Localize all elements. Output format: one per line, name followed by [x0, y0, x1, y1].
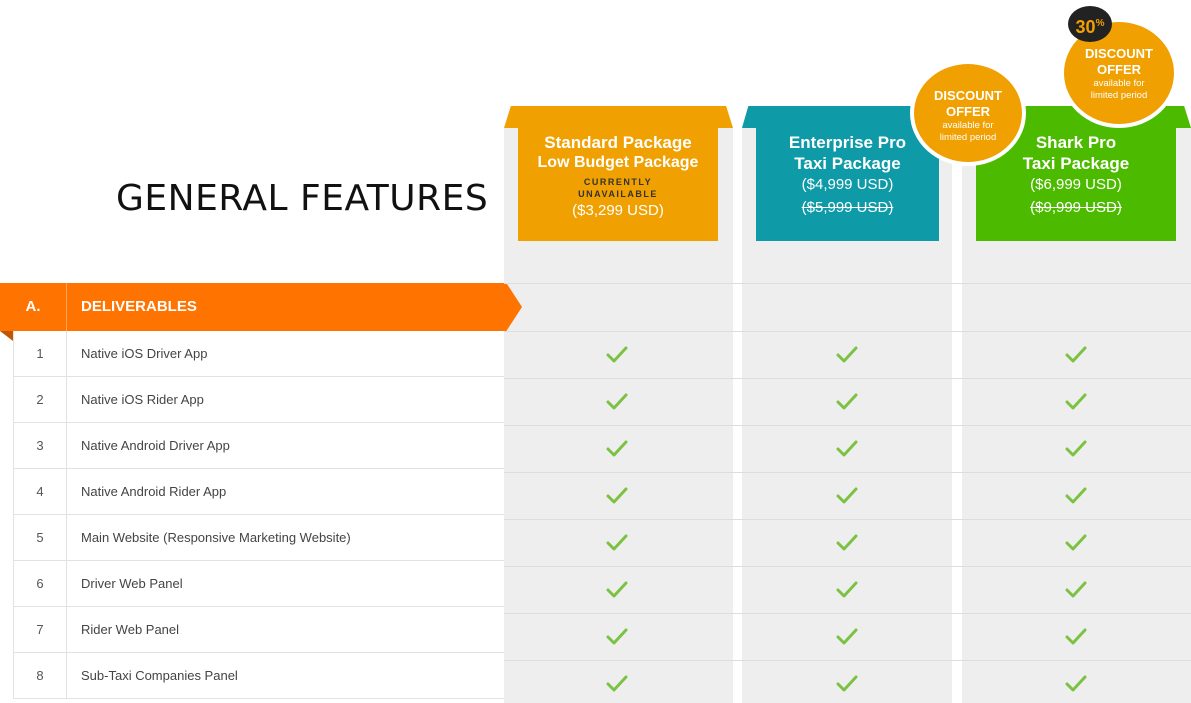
- standard-package-card[interactable]: Standard Package Low Budget Package CURR…: [518, 128, 718, 241]
- check-icon: [606, 439, 628, 459]
- row-separator: [504, 378, 1191, 379]
- feature-number: 1: [14, 331, 67, 377]
- feature-row: 2 Native iOS Rider App: [13, 377, 504, 423]
- check-icon: [836, 533, 858, 553]
- feature-row: 3 Native Android Driver App: [13, 423, 504, 469]
- package-subname: Taxi Package: [794, 154, 901, 173]
- discount-percent-badge: 30%: [1068, 6, 1112, 42]
- feature-number: 4: [14, 469, 67, 515]
- feature-label: Native Android Driver App: [81, 438, 230, 453]
- package-name: Standard Package: [544, 133, 692, 152]
- row-separator: [504, 613, 1191, 614]
- feature-label: Rider Web Panel: [81, 622, 180, 637]
- feature-list: 1 Native iOS Driver App 2 Native iOS Rider …: [13, 331, 504, 699]
- package-old-price: ($9,999 USD): [1030, 199, 1122, 216]
- row-separator: [504, 472, 1191, 473]
- feature-number: 7: [14, 607, 67, 653]
- check-icon: [606, 486, 628, 506]
- package-old-price: ($5,999 USD): [801, 199, 894, 216]
- section-title: DELIVERABLES: [81, 298, 197, 315]
- feature-number: 6: [14, 561, 67, 607]
- check-icon: [836, 439, 858, 459]
- standard-card-flap: [504, 106, 733, 128]
- feature-row: 5 Main Website (Responsive Marketing Webs…: [13, 515, 504, 561]
- check-icon: [836, 486, 858, 506]
- check-icon: [1065, 345, 1087, 365]
- feature-number: 8: [14, 653, 67, 699]
- enterprise-package-card[interactable]: Enterprise Pro Taxi Package ($4,999 USD)…: [756, 128, 939, 241]
- feature-label: Main Website (Responsive Marketing Websi…: [81, 530, 351, 545]
- row-separator: [504, 283, 1191, 284]
- availability-status: CURRENTLY UNAVAILABLE: [578, 177, 658, 199]
- section-divider: [66, 283, 67, 331]
- feature-label: Native iOS Rider App: [81, 392, 204, 407]
- feature-row: 8 Sub-Taxi Companies Panel: [13, 653, 504, 699]
- check-icon: [1065, 627, 1087, 647]
- check-icon: [606, 627, 628, 647]
- check-icon: [606, 533, 628, 553]
- feature-number: 3: [14, 423, 67, 469]
- package-price: ($4,999 USD): [801, 176, 894, 193]
- check-icon: [836, 580, 858, 600]
- feature-label: Sub-Taxi Companies Panel: [81, 668, 238, 683]
- feature-row: 1 Native iOS Driver App: [13, 331, 504, 377]
- check-icon: [606, 674, 628, 694]
- check-icon: [1065, 486, 1087, 506]
- feature-number: 2: [14, 377, 67, 423]
- row-separator: [504, 425, 1191, 426]
- package-subname: Taxi Package: [1022, 154, 1130, 173]
- section-header-bar: [0, 283, 522, 331]
- check-icon: [1065, 439, 1087, 459]
- row-separator: [504, 331, 1191, 332]
- section-letter: A.: [25, 298, 41, 315]
- row-separator: [504, 566, 1191, 567]
- package-price: ($3,299 USD): [572, 202, 664, 219]
- feature-row: 4 Native Android Rider App: [13, 469, 504, 515]
- feature-row: 6 Driver Web Panel: [13, 561, 504, 607]
- check-icon: [836, 345, 858, 365]
- discount-offer-badge: DISCOUNT OFFER available for limited per…: [910, 60, 1026, 166]
- check-icon: [606, 392, 628, 412]
- row-separator: [504, 519, 1191, 520]
- check-icon: [836, 627, 858, 647]
- package-name: Enterprise Pro: [788, 133, 907, 152]
- feature-label: Native iOS Driver App: [81, 346, 208, 361]
- row-separator: [504, 660, 1191, 661]
- feature-label: Driver Web Panel: [81, 576, 183, 591]
- check-icon: [1065, 392, 1087, 412]
- check-icon: [836, 674, 858, 694]
- package-subname: Low Budget Package: [537, 154, 699, 171]
- feature-label: Native Android Rider App: [81, 484, 227, 499]
- check-icon: [606, 580, 628, 600]
- check-icon: [836, 392, 858, 412]
- check-icon: [1065, 580, 1087, 600]
- check-icon: [1065, 533, 1087, 553]
- section-header-fold: [0, 331, 13, 341]
- check-icon: [1065, 674, 1087, 694]
- page-title: GENERAL FEATURES: [116, 178, 489, 219]
- check-icon: [606, 345, 628, 365]
- feature-number: 5: [14, 515, 67, 561]
- package-price: ($6,999 USD): [1030, 176, 1122, 193]
- feature-row: 7 Rider Web Panel: [13, 607, 504, 653]
